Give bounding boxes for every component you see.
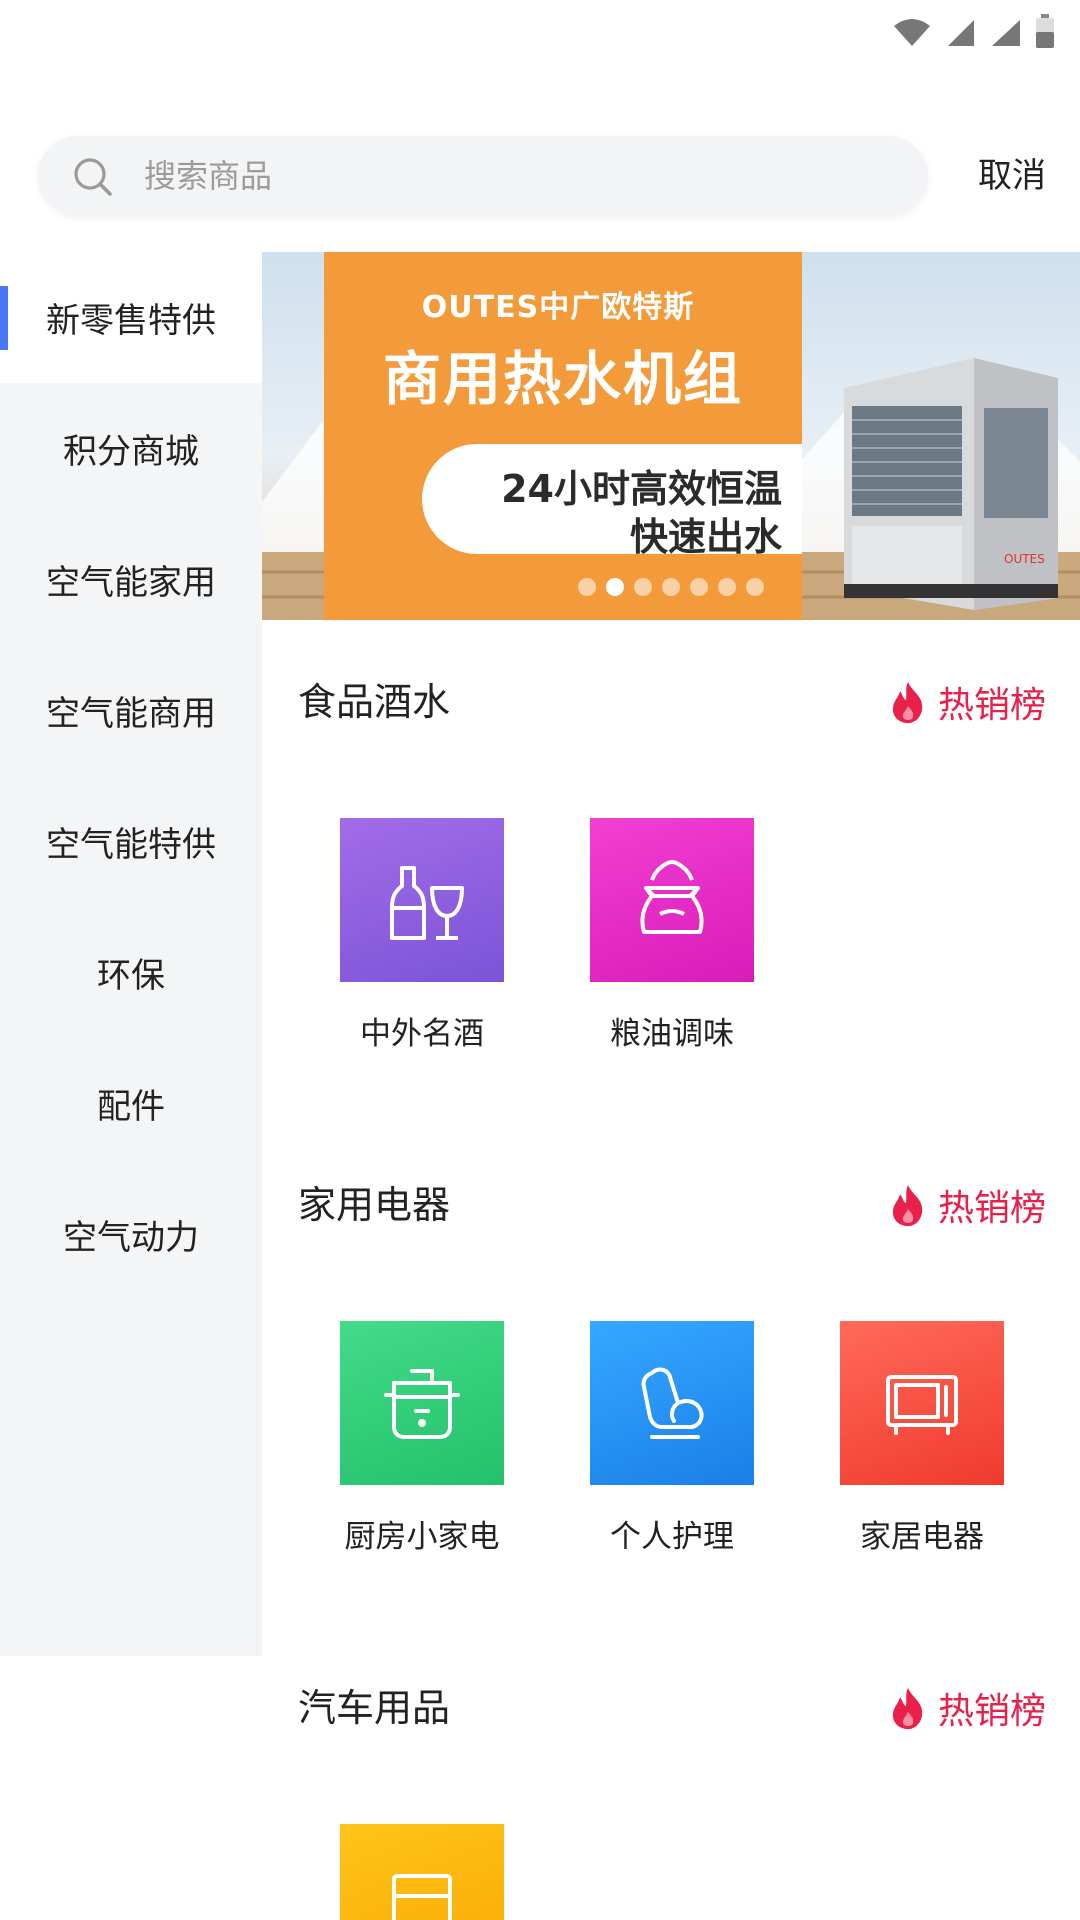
sidebar-item-label: 积分商城 <box>63 432 199 472</box>
search-bar: 取消 <box>38 136 1048 218</box>
banner-dot[interactable] <box>578 578 596 596</box>
sidebar-item-label: 配件 <box>97 1087 165 1127</box>
status-bar <box>0 0 1080 60</box>
wifi-icon <box>894 19 930 46</box>
hot-list-link[interactable]: 热销榜 <box>890 672 1046 732</box>
banner-tagline-2: 快速出水 <box>629 515 782 559</box>
promo-banner[interactable]: OUTES中广欧特斯 商用热水机组 24小时高效恒温 快速出水 OUTES <box>262 252 1080 620</box>
sidebar-item-points-mall[interactable]: 积分商城 <box>0 383 262 514</box>
sidebar-item-air-energy-special[interactable]: 空气能特供 <box>0 776 262 907</box>
section-car-supplies: 汽车用品 热销榜 <box>262 1678 1080 1920</box>
heat-pump-unit-image: OUTES <box>844 358 1058 610</box>
search-icon <box>74 158 112 196</box>
sidebar-item-accessories[interactable]: 配件 <box>0 1038 262 1169</box>
category-item[interactable]: 粮油调味 <box>590 818 754 1053</box>
category-item[interactable]: 厨房小家电 <box>340 1321 504 1556</box>
banner-dot-active[interactable] <box>606 578 624 596</box>
hot-list-link[interactable]: 热销榜 <box>890 1678 1046 1738</box>
category-label: 个人护理 <box>610 1519 734 1555</box>
microwave-icon <box>886 1375 958 1435</box>
category-item[interactable]: 个人护理 <box>590 1321 754 1556</box>
category-label: 粮油调味 <box>610 1016 734 1052</box>
search-input[interactable] <box>144 136 884 216</box>
svg-text:OUTES: OUTES <box>1004 552 1045 566</box>
category-tile <box>590 818 754 982</box>
section-title: 汽车用品 <box>298 1686 451 1730</box>
hot-list-label: 热销榜 <box>937 685 1046 726</box>
hot-list-label: 热销榜 <box>937 1691 1046 1732</box>
grain-sack-icon <box>640 860 704 934</box>
category-page: 取消 新零售特供 积分商城 空气能家用 空气能商用 空气能特供 环保 配件 空气… <box>0 0 1080 1920</box>
car-accessory-icon <box>392 1874 452 1920</box>
sidebar-item-label: 空气能特供 <box>46 825 216 865</box>
flame-icon <box>892 1185 923 1227</box>
massage-chair-icon <box>641 1367 704 1439</box>
signal-icon <box>948 20 974 46</box>
banner-dot[interactable] <box>662 578 680 596</box>
signal-icon <box>992 20 1020 46</box>
cancel-button[interactable]: 取消 <box>978 136 1046 216</box>
banner-brand: OUTES中广欧特斯 <box>421 290 695 325</box>
section-title: 食品酒水 <box>298 680 451 724</box>
category-tile <box>340 818 504 982</box>
battery-icon <box>1036 14 1054 48</box>
section-title: 家用电器 <box>298 1183 451 1227</box>
flame-icon <box>892 1688 923 1730</box>
category-label: 厨房小家电 <box>344 1519 500 1555</box>
banner-dot[interactable] <box>690 578 708 596</box>
sidebar-item-air-power[interactable]: 空气动力 <box>0 1169 262 1300</box>
section-home-appliances: 家用电器 热销榜 厨房小家电 个人护理 家居电器 <box>262 1175 1080 1595</box>
banner-tagline-1: 24小时高效恒温 <box>501 467 782 511</box>
category-tile <box>340 1824 504 1920</box>
category-tile <box>590 1321 754 1485</box>
flame-icon <box>892 682 923 724</box>
sidebar-item-air-energy-commercial[interactable]: 空气能商用 <box>0 645 262 776</box>
search-box[interactable] <box>38 136 928 216</box>
category-sidebar: 新零售特供 积分商城 空气能家用 空气能商用 空气能特供 环保 配件 空气动力 <box>0 252 262 1656</box>
hot-list-label: 热销榜 <box>937 1188 1046 1229</box>
sidebar-item-label: 空气能家用 <box>46 563 216 603</box>
banner-headline: 商用热水机组 <box>382 345 743 413</box>
rice-cooker-icon <box>384 1369 460 1439</box>
sidebar-item-label: 新零售特供 <box>46 301 216 341</box>
category-item[interactable]: 家居电器 <box>840 1321 1004 1556</box>
sidebar-item-air-energy-home[interactable]: 空气能家用 <box>0 514 262 645</box>
category-label: 中外名酒 <box>360 1016 484 1052</box>
hot-list-link[interactable]: 热销榜 <box>890 1175 1046 1235</box>
sidebar-item-new-retail[interactable]: 新零售特供 <box>0 252 262 383</box>
sidebar-item-label: 环保 <box>97 956 165 996</box>
banner-dot[interactable] <box>746 578 764 596</box>
sidebar-item-environmental[interactable]: 环保 <box>0 907 262 1038</box>
banner-dot[interactable] <box>718 578 736 596</box>
category-label: 家居电器 <box>860 1519 984 1555</box>
wine-icon <box>390 866 464 940</box>
sidebar-item-label: 空气动力 <box>63 1218 199 1258</box>
banner-pagination <box>578 578 764 596</box>
sidebar-item-label: 空气能商用 <box>46 694 216 734</box>
category-item[interactable] <box>340 1824 504 1920</box>
category-item[interactable]: 中外名酒 <box>340 818 504 1053</box>
category-tile <box>840 1321 1004 1485</box>
section-food-drinks: 食品酒水 热销榜 中外名酒 粮油调味 <box>262 672 1080 1092</box>
category-tile <box>340 1321 504 1485</box>
banner-dot[interactable] <box>634 578 652 596</box>
